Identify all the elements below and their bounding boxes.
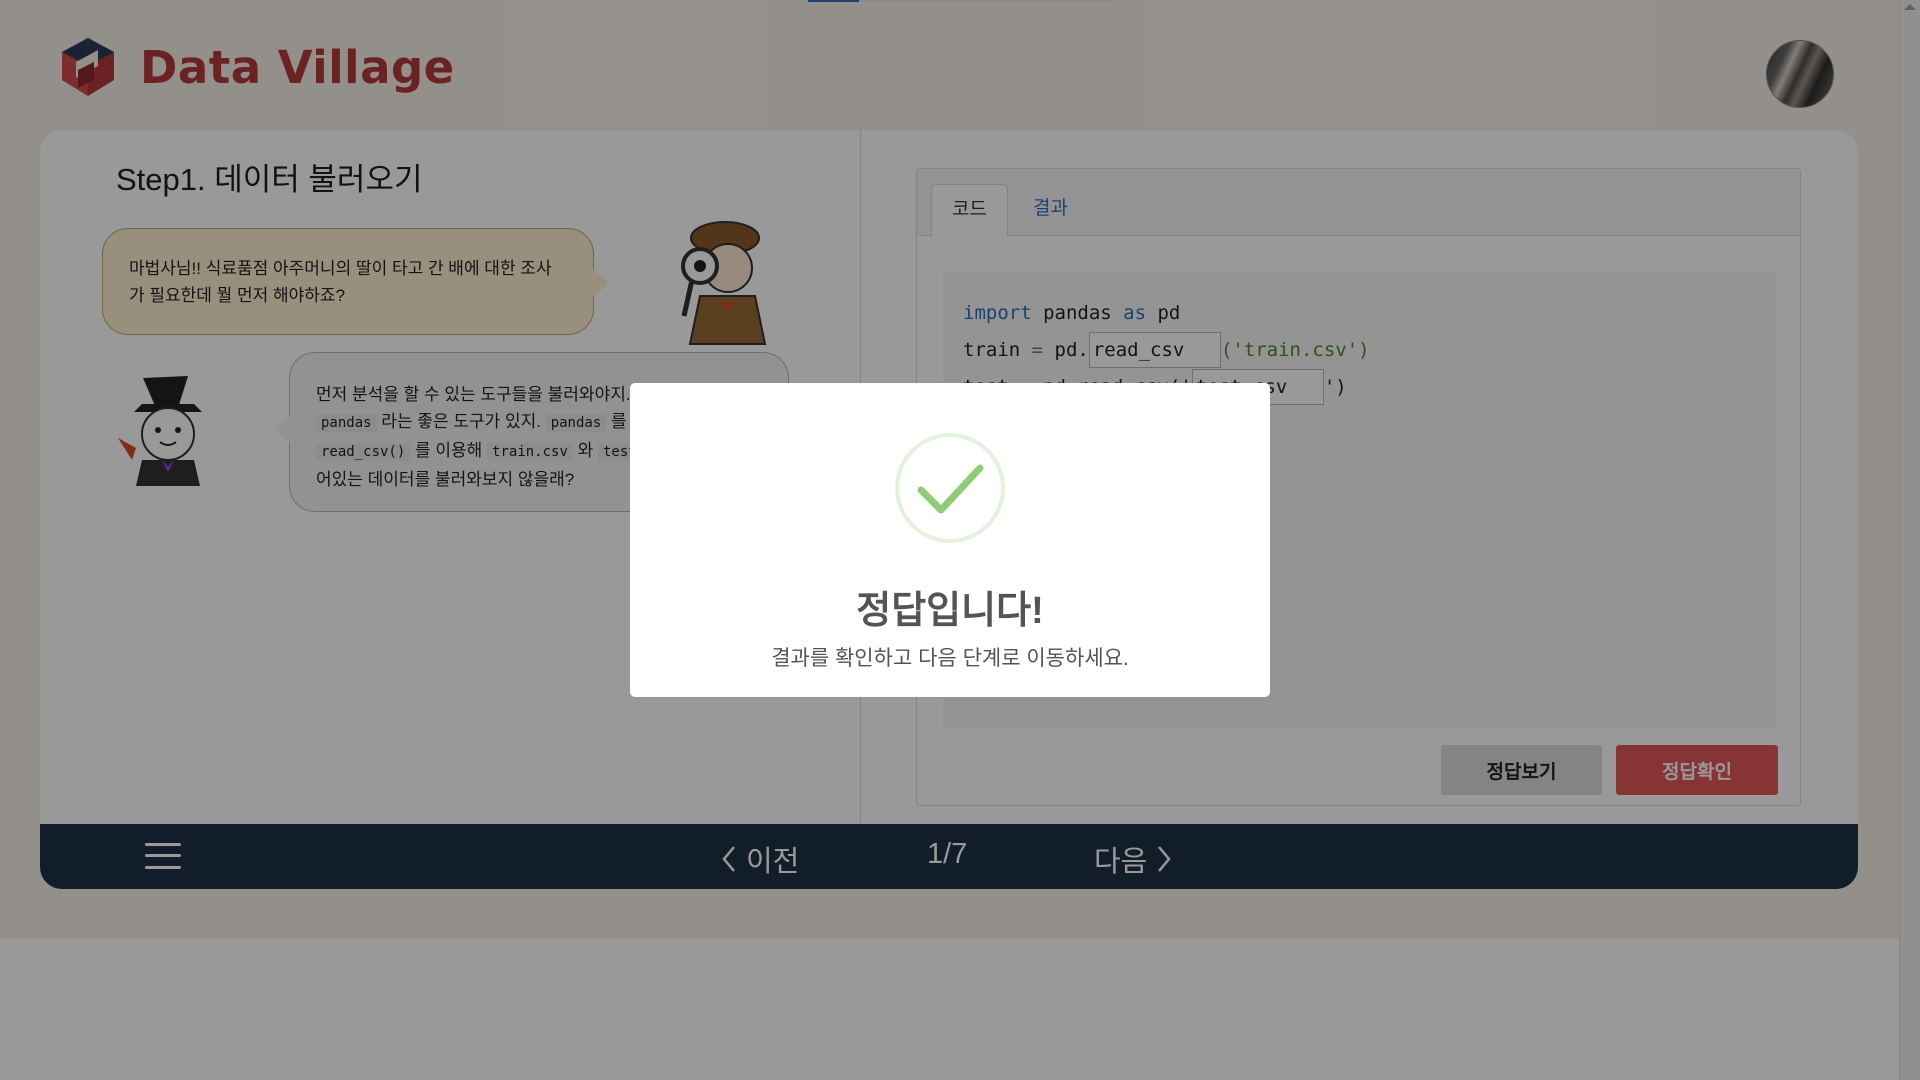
check-circle-icon xyxy=(895,433,1005,543)
success-modal: 정답입니다! 결과를 확인하고 다음 단계로 이동하세요. xyxy=(630,383,1270,697)
modal-title: 정답입니다! xyxy=(856,590,1044,632)
modal-message: 결과를 확인하고 다음 단계로 이동하세요. xyxy=(771,647,1129,670)
